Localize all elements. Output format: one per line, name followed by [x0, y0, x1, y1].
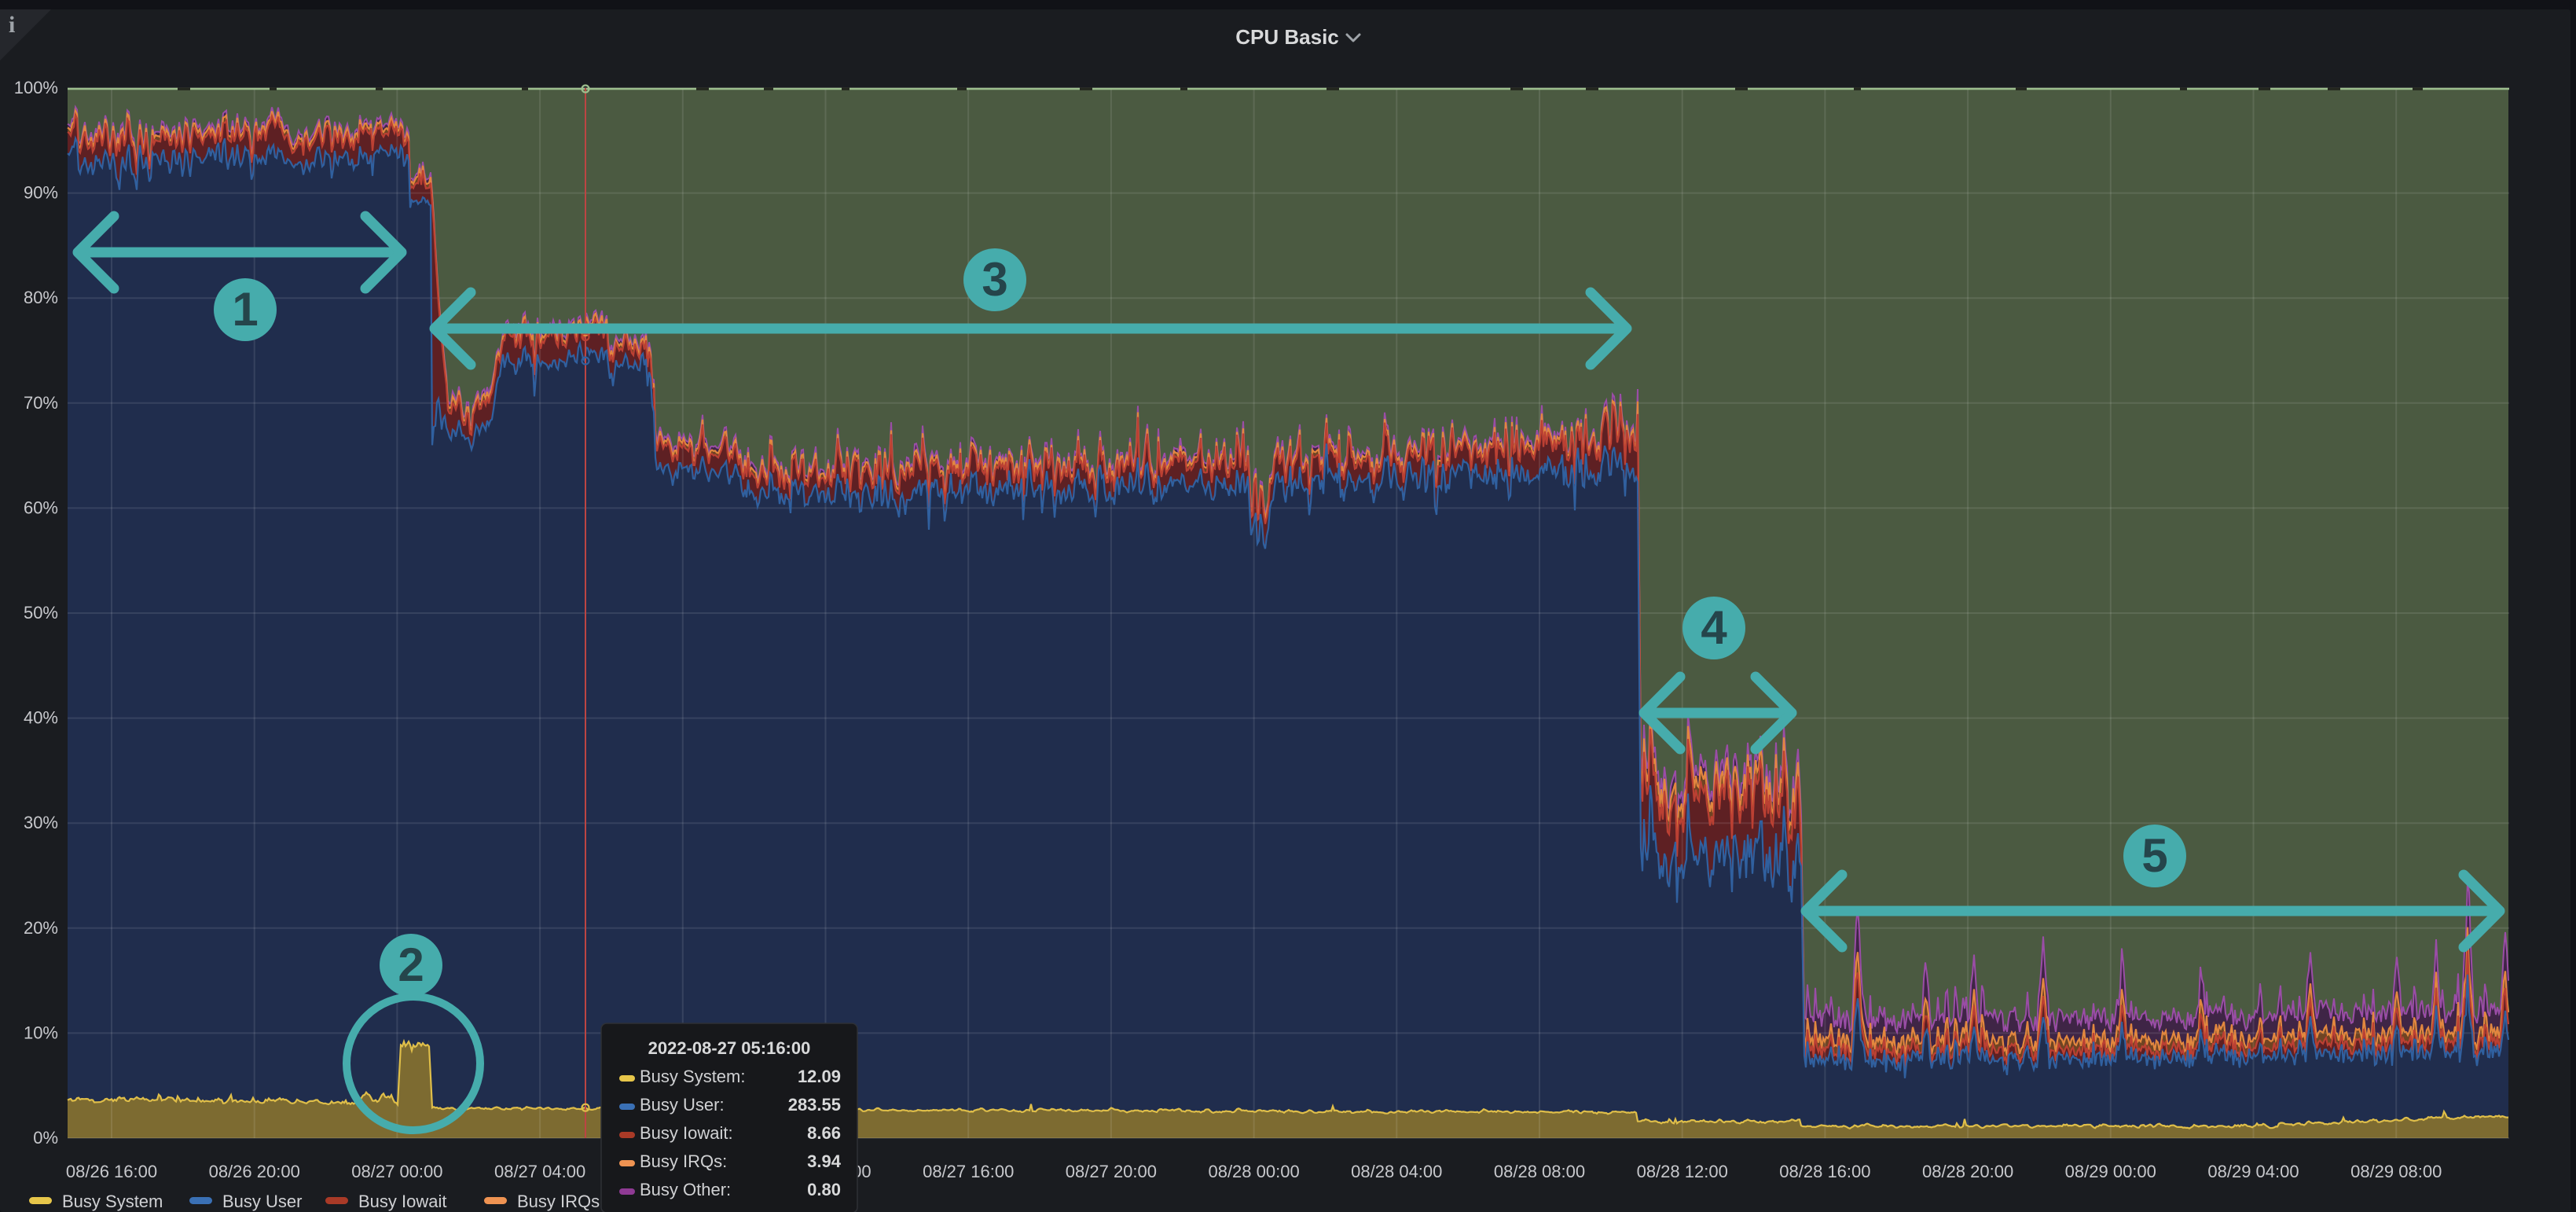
- svg-text:8.66: 8.66: [807, 1123, 841, 1143]
- svg-text:08/28 12:00: 08/28 12:00: [1637, 1162, 1728, 1181]
- svg-text:Busy Other:: Busy Other:: [640, 1180, 731, 1199]
- svg-text:08/28 00:00: 08/28 00:00: [1208, 1162, 1299, 1181]
- svg-text:0.80: 0.80: [807, 1180, 841, 1199]
- svg-text:08/26 16:00: 08/26 16:00: [66, 1162, 157, 1181]
- svg-text:Busy User:: Busy User:: [640, 1095, 725, 1115]
- svg-text:Busy Iowait: Busy Iowait: [358, 1192, 447, 1211]
- svg-text:08/27 04:00: 08/27 04:00: [494, 1162, 585, 1181]
- svg-text:100%: 100%: [14, 78, 58, 97]
- svg-text:Busy Iowait:: Busy Iowait:: [640, 1123, 733, 1143]
- svg-text:2: 2: [398, 938, 424, 991]
- svg-text:20%: 20%: [24, 918, 58, 938]
- svg-text:80%: 80%: [24, 288, 58, 307]
- svg-text:40%: 40%: [24, 708, 58, 728]
- svg-text:08/27 20:00: 08/27 20:00: [1066, 1162, 1157, 1181]
- svg-text:283.55: 283.55: [788, 1095, 841, 1115]
- svg-text:60%: 60%: [24, 498, 58, 517]
- svg-text:08/28 16:00: 08/28 16:00: [1779, 1162, 1870, 1181]
- svg-text:1: 1: [232, 283, 258, 336]
- svg-text:70%: 70%: [24, 393, 58, 413]
- svg-text:90%: 90%: [24, 183, 58, 203]
- svg-text:08/29 00:00: 08/29 00:00: [2065, 1162, 2156, 1181]
- svg-text:i: i: [9, 12, 15, 38]
- svg-text:50%: 50%: [24, 603, 58, 623]
- svg-text:0%: 0%: [33, 1128, 58, 1148]
- svg-text:08/28 04:00: 08/28 04:00: [1351, 1162, 1442, 1181]
- svg-text:08/26 20:00: 08/26 20:00: [209, 1162, 300, 1181]
- svg-text:4: 4: [1701, 601, 1727, 654]
- svg-text:10%: 10%: [24, 1023, 58, 1042]
- svg-text:CPU Basic: CPU Basic: [1235, 25, 1339, 49]
- svg-text:08/27 16:00: 08/27 16:00: [923, 1162, 1014, 1181]
- svg-text:12.09: 12.09: [798, 1067, 841, 1086]
- svg-text:08/27 00:00: 08/27 00:00: [351, 1162, 442, 1181]
- svg-text:3.94: 3.94: [807, 1151, 842, 1171]
- svg-text:Busy IRQs:: Busy IRQs:: [640, 1151, 727, 1171]
- svg-text:08/28 20:00: 08/28 20:00: [1922, 1162, 2013, 1181]
- svg-text:30%: 30%: [24, 813, 58, 832]
- svg-text:2022-08-27 05:16:00: 2022-08-27 05:16:00: [648, 1038, 811, 1058]
- svg-text:Busy IRQs: Busy IRQs: [517, 1192, 600, 1211]
- svg-text:08/28 08:00: 08/28 08:00: [1494, 1162, 1585, 1181]
- svg-text:08/29 04:00: 08/29 04:00: [2207, 1162, 2299, 1181]
- svg-text:Busy User: Busy User: [222, 1192, 302, 1211]
- svg-text:Busy System: Busy System: [62, 1192, 163, 1211]
- svg-text:3: 3: [982, 253, 1007, 306]
- svg-text:5: 5: [2141, 829, 2167, 882]
- svg-text:08/29 08:00: 08/29 08:00: [2350, 1162, 2442, 1181]
- svg-text:Busy System:: Busy System:: [640, 1067, 745, 1086]
